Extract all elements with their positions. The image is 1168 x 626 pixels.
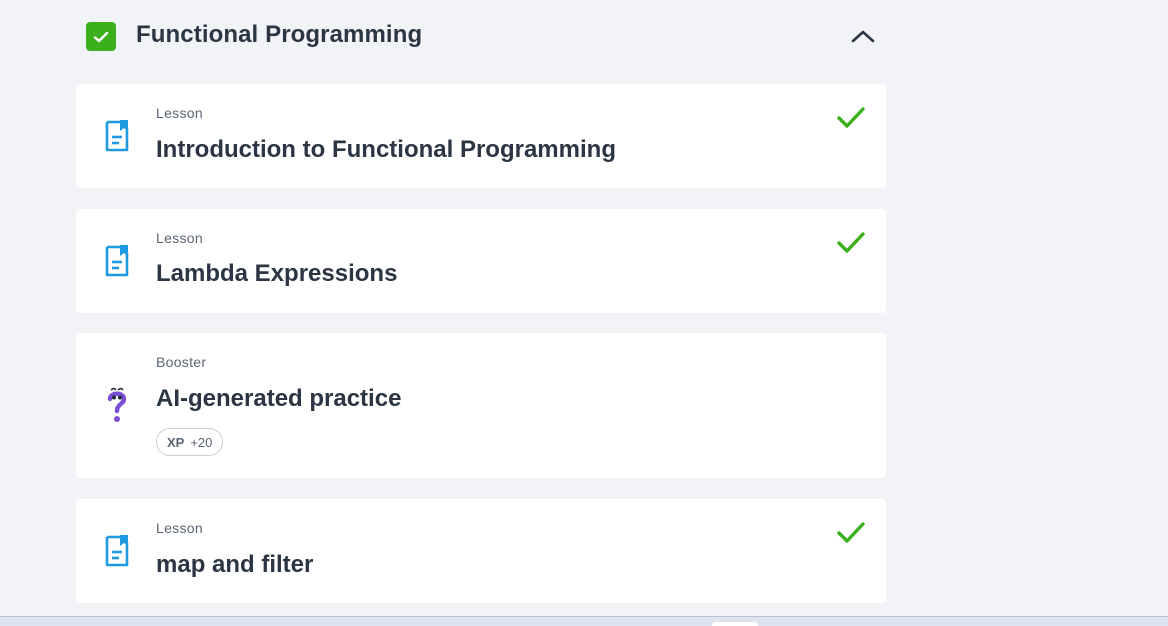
list-item[interactable]: Lesson map and filter — [76, 499, 886, 603]
item-title[interactable]: AI-generated practice — [156, 385, 401, 413]
checkmark-icon — [93, 31, 109, 42]
section-header[interactable]: Functional Programming — [76, 12, 886, 60]
lesson-document-icon — [102, 118, 132, 154]
item-kind-label: Lesson — [156, 520, 203, 536]
chevron-up-icon — [851, 30, 875, 43]
list-item[interactable]: Lesson Lambda Expressions — [76, 209, 886, 313]
xp-reward-badge: XP +20 — [156, 428, 224, 456]
bottom-frame-notch — [712, 622, 758, 626]
completed-check-icon — [837, 232, 865, 253]
item-title[interactable]: map and filter — [156, 551, 313, 579]
section-title: Functional Programming — [136, 21, 423, 48]
item-title[interactable]: Introduction to Functional Programming — [156, 136, 616, 164]
completed-check-icon — [837, 522, 865, 543]
track-page: Functional Programming Lesson Introducti… — [0, 0, 1168, 626]
item-kind-label: Lesson — [156, 105, 203, 121]
item-title[interactable]: Lambda Expressions — [156, 260, 397, 288]
bottom-frame-edge — [0, 616, 1168, 626]
question-mark-icon — [102, 387, 132, 423]
completed-check-icon — [837, 107, 865, 128]
section-completed-checkbox — [86, 22, 116, 51]
item-kind-label: Booster — [156, 354, 207, 370]
xp-label: XP — [167, 434, 185, 450]
xp-value: +20 — [190, 434, 213, 450]
lesson-document-icon — [102, 533, 132, 569]
list-item[interactable]: Booster AI-generated practice XP +20 — [76, 333, 886, 478]
item-kind-label: Lesson — [156, 230, 203, 246]
list-item[interactable]: Lesson Introduction to Functional Progra… — [76, 84, 886, 188]
collapse-section-button[interactable] — [846, 22, 880, 50]
lesson-document-icon — [102, 243, 132, 279]
